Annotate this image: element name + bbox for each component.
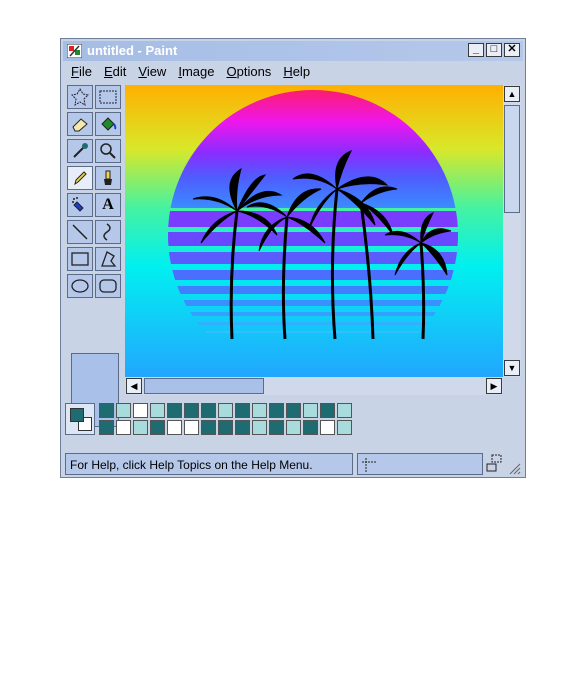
palette-swatch[interactable]: [286, 403, 301, 418]
canvas-area: ▲ ▼ ◀ ▶: [125, 85, 521, 395]
color-picker-icon: [73, 143, 88, 158]
curve-tool[interactable]: [95, 220, 121, 244]
vertical-scroll-thumb[interactable]: [504, 105, 520, 213]
palette-swatch[interactable]: [337, 420, 352, 435]
scroll-corner: [503, 377, 521, 395]
magnifier-tool[interactable]: [95, 139, 121, 163]
palette-swatch[interactable]: [201, 420, 216, 435]
sunset-palm-artwork: [125, 85, 503, 377]
fill-tool[interactable]: [95, 112, 121, 136]
foreground-color-swatch[interactable]: [70, 408, 84, 422]
line-tool[interactable]: [67, 220, 93, 244]
airbrush-tool[interactable]: [67, 193, 93, 217]
free-form-select-icon: [71, 88, 89, 106]
curve-icon: [103, 223, 111, 241]
palette-swatch[interactable]: [269, 403, 284, 418]
title-bar[interactable]: untitled - Paint _ □ ✕: [63, 41, 523, 61]
vertical-scrollbar[interactable]: ▲ ▼: [503, 85, 521, 377]
cursor-position-icon: [362, 458, 376, 472]
rect-select-icon: [99, 90, 117, 104]
status-help-text: For Help, click Help Topics on the Help …: [65, 453, 353, 475]
palette-swatch[interactable]: [99, 420, 114, 435]
menu-bar: File Edit View Image Options Help: [65, 63, 316, 81]
text-tool[interactable]: A: [95, 193, 121, 217]
scroll-left-button[interactable]: ◀: [126, 378, 142, 394]
close-button[interactable]: ✕: [504, 43, 520, 57]
rounded-rect-icon: [99, 279, 117, 293]
pencil-tool[interactable]: [67, 166, 93, 190]
brush-icon: [104, 170, 112, 185]
palette-swatch[interactable]: [303, 420, 318, 435]
palette-swatch[interactable]: [252, 403, 267, 418]
brush-tool[interactable]: [95, 166, 121, 190]
palette-swatch[interactable]: [252, 420, 267, 435]
horizontal-scroll-thumb[interactable]: [144, 378, 264, 394]
menu-view[interactable]: View: [132, 63, 172, 81]
menu-edit[interactable]: Edit: [98, 63, 132, 81]
window-title: untitled - Paint: [87, 43, 178, 58]
palette-swatch[interactable]: [167, 420, 182, 435]
palette-swatch[interactable]: [184, 403, 199, 418]
palette-swatch[interactable]: [201, 403, 216, 418]
ellipse-icon: [71, 279, 89, 293]
free-form-select-tool[interactable]: [67, 85, 93, 109]
palette-swatch[interactable]: [99, 403, 114, 418]
ellipse-tool[interactable]: [67, 274, 93, 298]
palette-swatch[interactable]: [218, 420, 233, 435]
palette-swatch[interactable]: [303, 403, 318, 418]
palette-swatch[interactable]: [116, 403, 131, 418]
resize-grip-icon[interactable]: [507, 461, 521, 475]
status-position-panel: [357, 453, 483, 475]
palette-swatch[interactable]: [235, 420, 250, 435]
menu-image[interactable]: Image: [172, 63, 220, 81]
palette-swatch[interactable]: [320, 403, 335, 418]
text-icon: A: [102, 196, 114, 213]
palette-swatch[interactable]: [286, 420, 301, 435]
scroll-down-button[interactable]: ▼: [504, 360, 520, 376]
palette-swatch[interactable]: [184, 420, 199, 435]
paint-app-icon: [67, 44, 82, 58]
color-palette: [65, 401, 355, 441]
palette-swatch[interactable]: [116, 420, 131, 435]
palette-swatch[interactable]: [133, 420, 148, 435]
palette-swatch[interactable]: [320, 420, 335, 435]
selection-size-icon: [486, 454, 502, 472]
select-tool[interactable]: [95, 85, 121, 109]
paint-window: untitled - Paint _ □ ✕ File Edit View Im…: [60, 38, 526, 478]
menu-file[interactable]: File: [65, 63, 98, 81]
palette-swatch[interactable]: [337, 403, 352, 418]
color-picker-tool[interactable]: [67, 139, 93, 163]
current-colors[interactable]: [65, 403, 95, 435]
airbrush-icon: [72, 197, 84, 212]
palette-swatch[interactable]: [167, 403, 182, 418]
palette-swatch[interactable]: [218, 403, 233, 418]
pencil-icon: [74, 171, 87, 186]
rectangle-tool[interactable]: [67, 247, 93, 271]
palette-swatch[interactable]: [150, 420, 165, 435]
menu-help[interactable]: Help: [277, 63, 316, 81]
line-icon: [72, 224, 88, 240]
scroll-up-button[interactable]: ▲: [504, 86, 520, 102]
palette-swatch[interactable]: [269, 420, 284, 435]
polygon-tool[interactable]: [95, 247, 121, 271]
status-bar: For Help, click Help Topics on the Help …: [65, 453, 521, 475]
magnifier-icon: [100, 143, 116, 159]
drawing-canvas[interactable]: [125, 85, 503, 377]
eraser-tool[interactable]: [67, 112, 93, 136]
polygon-icon: [101, 251, 117, 267]
maximize-button[interactable]: □: [486, 43, 502, 57]
rounded-rectangle-tool[interactable]: [95, 274, 121, 298]
palette-swatch[interactable]: [150, 403, 165, 418]
eraser-icon: [72, 118, 88, 132]
menu-options[interactable]: Options: [220, 63, 277, 81]
minimize-button[interactable]: _: [468, 43, 484, 57]
rectangle-icon: [71, 252, 89, 266]
scroll-right-button[interactable]: ▶: [486, 378, 502, 394]
palette-swatch[interactable]: [133, 403, 148, 418]
palette-swatch[interactable]: [235, 403, 250, 418]
status-size-panel: [485, 453, 503, 475]
horizontal-scrollbar[interactable]: ◀ ▶: [125, 377, 503, 395]
fill-bucket-icon: [101, 117, 117, 131]
